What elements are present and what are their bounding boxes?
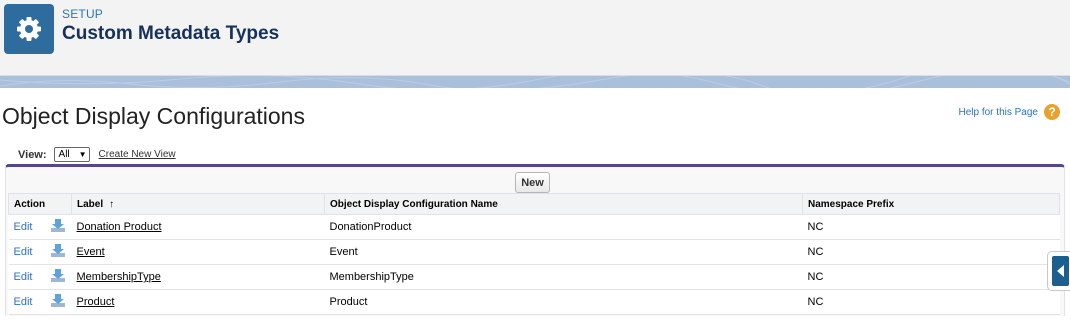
question-icon[interactable]: ? <box>1044 104 1060 120</box>
namespace-cell: NC <box>802 289 1060 315</box>
label-cell: Product <box>71 289 325 315</box>
table-row: Edit Event Event NC <box>8 239 1060 265</box>
record-label-link[interactable]: Event <box>77 246 105 258</box>
column-header-namespace[interactable]: Namespace Prefix <box>802 193 1060 215</box>
column-header-label-text: Label <box>77 198 104 210</box>
view-select[interactable]: All ▼ <box>53 147 90 162</box>
record-label-link[interactable]: Donation Product <box>77 221 162 233</box>
edit-link[interactable]: Edit <box>14 271 33 283</box>
edit-link[interactable]: Edit <box>14 221 33 233</box>
name-cell: Product <box>324 289 803 315</box>
view-bar: View: All ▼ Create New View <box>18 147 176 162</box>
sidebar-toggle-tab[interactable] <box>1047 251 1070 291</box>
view-label: View: <box>18 148 47 161</box>
sort-ascending-icon: ↑ <box>109 198 115 210</box>
header-title: Custom Metadata Types <box>62 23 280 44</box>
action-cell: Edit <box>8 214 72 240</box>
name-cell: Event <box>324 239 803 265</box>
namespace-cell: NC <box>802 264 1060 290</box>
table-header-row: Action Label ↑ Object Display Configurati… <box>8 193 1060 215</box>
column-header-action: Action <box>8 193 72 215</box>
help-section: Help for this Page ? <box>959 104 1060 120</box>
setup-breadcrumb[interactable]: SETUP <box>62 7 103 21</box>
table-row: Edit Donation Product DonationProduct NC <box>8 214 1060 240</box>
new-button[interactable]: New <box>515 172 550 193</box>
label-cell: MembershipType <box>71 264 325 290</box>
setup-header: SETUP Custom Metadata Types <box>0 0 1070 76</box>
edit-link[interactable]: Edit <box>14 296 33 308</box>
list-panel: New Action Label ↑ Object Display Configu… <box>5 164 1065 316</box>
view-select-value: All <box>58 149 70 160</box>
decorative-band <box>0 76 1070 88</box>
gear-icon <box>4 4 54 54</box>
help-link[interactable]: Help for this Page <box>959 107 1039 118</box>
column-header-name[interactable]: Object Display Configuration Name <box>324 193 803 215</box>
chevron-down-icon: ▼ <box>78 150 87 159</box>
action-cell: Edit <box>8 289 72 315</box>
record-label-link[interactable]: Product <box>77 296 115 308</box>
name-cell: MembershipType <box>324 264 803 290</box>
records-table: Action Label ↑ Object Display Configurati… <box>8 193 1060 315</box>
download-icon[interactable] <box>50 293 66 311</box>
record-label-link[interactable]: MembershipType <box>77 271 161 283</box>
label-cell: Event <box>71 239 325 265</box>
table-row: Edit Product Product NC <box>8 289 1060 315</box>
download-icon[interactable] <box>50 268 66 286</box>
namespace-cell: NC <box>802 239 1060 265</box>
download-icon[interactable] <box>50 218 66 236</box>
edit-link[interactable]: Edit <box>14 246 33 258</box>
table-row: Edit MembershipType MembershipType NC <box>8 264 1060 290</box>
name-cell: DonationProduct <box>324 214 803 240</box>
label-cell: Donation Product <box>71 214 325 240</box>
column-header-label[interactable]: Label ↑ <box>71 193 325 215</box>
download-icon[interactable] <box>50 243 66 261</box>
chevron-left-icon <box>1052 256 1069 286</box>
action-cell: Edit <box>8 239 72 265</box>
action-cell: Edit <box>8 264 72 290</box>
create-new-view-link[interactable]: Create New View <box>99 149 176 160</box>
page-title: Object Display Configurations <box>2 103 305 129</box>
namespace-cell: NC <box>802 214 1060 240</box>
